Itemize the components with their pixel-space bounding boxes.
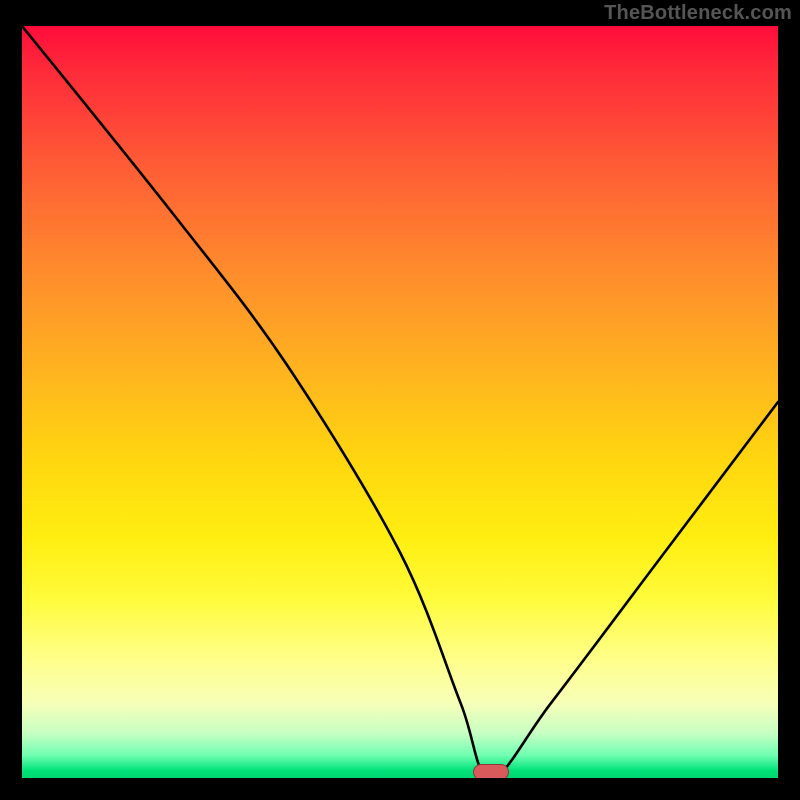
bottleneck-curve <box>22 26 778 778</box>
optimal-marker <box>473 764 509 778</box>
attribution-label: TheBottleneck.com <box>604 2 792 25</box>
plot-area <box>22 26 778 778</box>
chart-frame: TheBottleneck.com <box>0 0 800 800</box>
curve-path <box>22 26 778 778</box>
